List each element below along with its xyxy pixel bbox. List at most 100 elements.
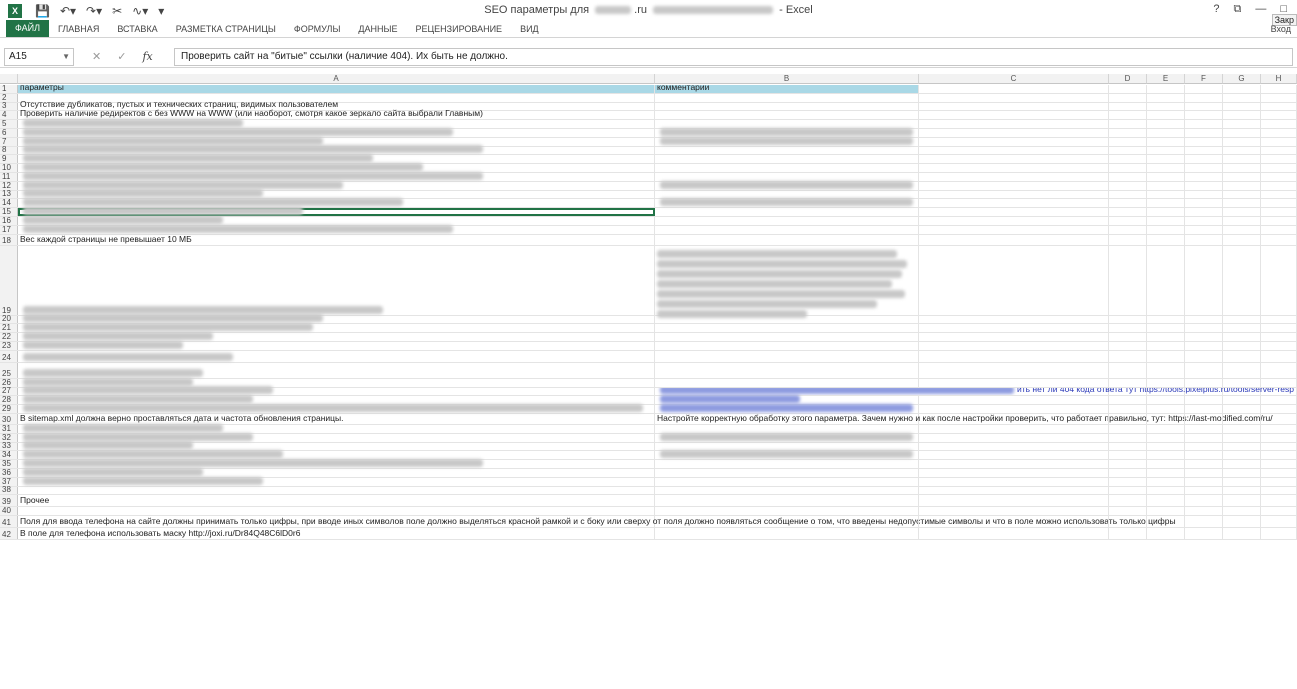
cell-a11[interactable] [18,171,655,181]
row-header[interactable]: 42 [0,528,18,540]
cell-e10[interactable] [1147,164,1185,172]
cell-f14[interactable] [1185,199,1223,208]
cell-d41[interactable] [1109,516,1147,528]
cell-d37[interactable] [1109,477,1147,486]
cell-e33[interactable] [1147,442,1185,451]
cell-e39[interactable] [1147,495,1185,507]
cell-f18[interactable] [1185,234,1223,245]
cell-a42[interactable]: В поле для телефона использовать маску h… [18,528,655,540]
cell-a15[interactable] [18,206,655,216]
cell-d26[interactable] [1109,378,1147,387]
cell-f35[interactable] [1185,460,1223,468]
cell-g23[interactable] [1223,342,1261,350]
cell-e42[interactable] [1147,528,1185,540]
cell-h6[interactable] [1261,129,1297,137]
cell-g4[interactable] [1223,111,1261,120]
cell-c14[interactable] [919,199,1109,208]
tab-file[interactable]: ФАЙЛ [6,20,50,37]
cell-g35[interactable] [1223,460,1261,468]
cell-b41[interactable] [655,516,919,528]
cell-a36[interactable] [18,467,655,477]
cell-f40[interactable] [1185,507,1223,516]
cell-g42[interactable] [1223,528,1261,540]
cell-h37[interactable] [1261,477,1297,486]
customize-icon[interactable]: ▾ [158,4,164,18]
cell-h21[interactable] [1261,324,1297,333]
cell-c4[interactable] [919,111,1109,120]
cell-e40[interactable] [1147,507,1185,516]
cell-a18[interactable]: Вес каждой страницы не превышает 10 МБ [18,234,655,245]
cell-d38[interactable] [1109,486,1147,495]
cell-e24[interactable] [1147,350,1185,362]
cell-c32[interactable] [919,433,1109,442]
cell-e20[interactable] [1147,315,1185,324]
cell-c19[interactable] [919,245,1109,315]
cell-e13[interactable] [1147,190,1185,199]
cell-g7[interactable] [1223,137,1261,146]
cell-a6[interactable] [18,127,655,137]
cell-e31[interactable] [1147,425,1185,433]
cell-c15[interactable] [919,208,1109,216]
cell-b21[interactable] [655,324,919,333]
cell-h35[interactable] [1261,460,1297,468]
cell-f32[interactable] [1185,433,1223,442]
cell-h22[interactable] [1261,333,1297,341]
cell-h16[interactable] [1261,217,1297,225]
cell-b22[interactable] [655,333,919,341]
cell-d10[interactable] [1109,164,1147,172]
cell-g10[interactable] [1223,164,1261,172]
cell-f10[interactable] [1185,164,1223,172]
cell-a41[interactable]: Поля для ввода телефона на сайте должны … [18,516,1176,528]
cell-f29[interactable] [1185,405,1223,413]
cell-d4[interactable] [1109,111,1147,120]
cut-icon[interactable]: ✂ [112,4,122,18]
cell-h4[interactable] [1261,111,1297,120]
cell-a22[interactable] [18,331,655,341]
cell-b10[interactable] [655,164,919,172]
cell-h10[interactable] [1261,164,1297,172]
cell-d21[interactable] [1109,324,1147,333]
row-header[interactable]: 18 [0,234,18,245]
minimize-icon[interactable]: — [1255,3,1266,16]
cell-c8[interactable] [919,146,1109,155]
cell-e22[interactable] [1147,333,1185,341]
cell-g28[interactable] [1223,396,1261,405]
cell-c42[interactable] [919,528,1109,540]
cell-h11[interactable] [1261,173,1297,181]
cell-f37[interactable] [1185,477,1223,486]
cell-c23[interactable] [919,342,1109,350]
cell-c31[interactable] [919,425,1109,433]
cell-f42[interactable] [1185,528,1223,540]
cell-g31[interactable] [1223,425,1261,433]
cell-f7[interactable] [1185,137,1223,146]
cell-b3[interactable] [655,102,919,111]
cell-e30[interactable] [1147,414,1185,424]
row-header[interactable]: 39 [0,495,18,507]
cell-f23[interactable] [1185,342,1223,350]
cell-h15[interactable] [1261,208,1297,216]
cell-f36[interactable] [1185,469,1223,477]
cell-f3[interactable] [1185,102,1223,111]
cell-g19[interactable] [1223,245,1261,315]
cell-f24[interactable] [1185,350,1223,362]
row-header[interactable]: 19 [0,245,18,315]
row-header[interactable]: 41 [0,516,18,528]
row-header[interactable]: 17 [0,225,18,234]
cell-e5[interactable] [1147,120,1185,128]
cell-g11[interactable] [1223,173,1261,181]
cell-c34[interactable] [919,451,1109,460]
cell-g12[interactable] [1223,181,1261,190]
cell-d33[interactable] [1109,442,1147,451]
cell-g3[interactable] [1223,102,1261,111]
cell-e16[interactable] [1147,217,1185,225]
cell-d25[interactable] [1109,362,1147,378]
cell-f21[interactable] [1185,324,1223,333]
cell-d18[interactable] [1109,234,1147,245]
cell-e28[interactable] [1147,396,1185,405]
undo-icon[interactable]: ↶▾ [60,4,76,18]
cell-h14[interactable] [1261,199,1297,208]
cell-f38[interactable] [1185,486,1223,495]
cell-g38[interactable] [1223,486,1261,495]
cell-h9[interactable] [1261,155,1297,164]
cell-f11[interactable] [1185,173,1223,181]
